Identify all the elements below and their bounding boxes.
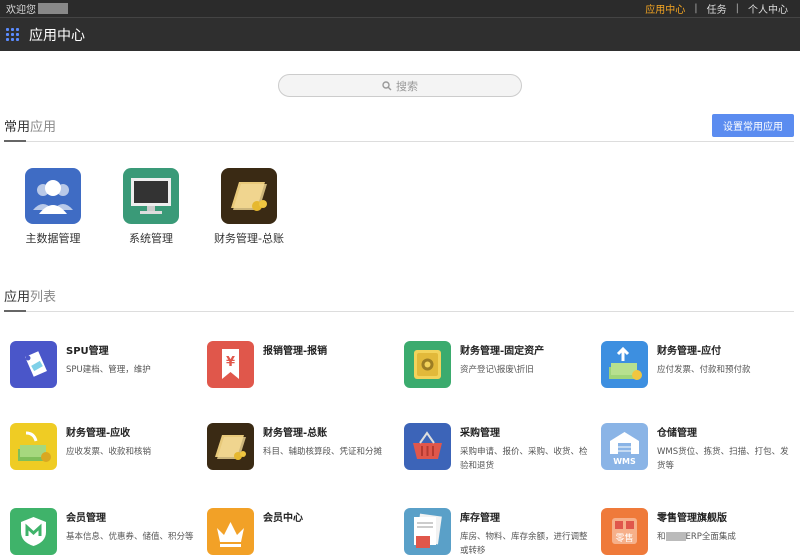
money-out-icon <box>601 341 648 388</box>
warehouse-icon: WMS <box>601 423 648 470</box>
app-member-center[interactable]: 会员中心 <box>207 508 404 556</box>
masked-username <box>38 3 68 14</box>
app-name: 主数据管理 <box>25 232 81 245</box>
separator: | <box>694 3 698 14</box>
yen-bookmark-icon: ¥ <box>207 341 254 388</box>
app-member-management[interactable]: 会员管理基本信息、优惠券、储值、积分等 <box>10 508 207 556</box>
separator: | <box>735 3 739 14</box>
app-desc: 科目、辅助核算段、凭证和分摊 <box>263 447 383 457</box>
users-icon <box>25 168 81 224</box>
app-fixed-assets[interactable]: 财务管理-固定资产 资产登记\报废\折旧 <box>404 341 601 388</box>
app-title: 财务管理-总账 <box>263 428 328 439</box>
retail-icon: 零售 <box>601 508 648 555</box>
search-input[interactable]: 搜索 <box>278 74 522 97</box>
inventory-icon <box>404 508 451 555</box>
ledger-icon <box>221 168 277 224</box>
app-inventory[interactable]: 库存管理库房、物料、库存余额，进行调整或转移 <box>404 508 601 556</box>
app-spu[interactable]: SPU管理 SPU建档、管理，维护 <box>10 341 207 388</box>
app-general-ledger[interactable]: 财务管理-总账科目、辅助核算段、凭证和分摊 <box>207 423 404 473</box>
app-title: 采购管理 <box>460 428 500 439</box>
welcome-label: 欢迎您 <box>6 5 36 16</box>
app-title: 会员中心 <box>263 513 303 524</box>
set-common-apps-button[interactable]: 设置常用应用 <box>712 114 794 137</box>
masked-text <box>665 532 686 541</box>
money-in-icon <box>10 423 57 470</box>
top-links: 应用中心 | 任务 | 个人中心 <box>639 1 794 16</box>
app-purchasing[interactable]: 采购管理采购申请、报价、采购、收货、检验和退货 <box>404 423 601 473</box>
app-title: 仓储管理 <box>657 428 697 439</box>
app-expense[interactable]: ¥ 报销管理-报销 <box>207 341 404 388</box>
app-desc: SPU建档、管理，维护 <box>66 365 151 375</box>
app-desc: 应付发票、付款和预付款 <box>657 365 751 375</box>
app-title: 财务管理-固定资产 <box>460 346 545 357</box>
link-personal-center[interactable]: 个人中心 <box>742 1 794 16</box>
app-warehouse[interactable]: WMS 仓储管理 WMS货位、拣货、扫描、打包、发货等 <box>601 423 798 473</box>
link-tasks[interactable]: 任务 <box>701 1 733 16</box>
common-apps: 主数据管理 系统管理 财务管理-总账 <box>0 168 800 246</box>
app-desc: 采购申请、报价、采购、收货、检验和退货 <box>460 447 588 471</box>
app-name: 系统管理 <box>129 232 173 245</box>
common-app-system[interactable]: 系统管理 <box>123 168 179 246</box>
top-bar: 欢迎您 应用中心 | 任务 | 个人中心 <box>0 0 800 18</box>
app-list: SPU管理 SPU建档、管理，维护 ¥ 报销管理-报销 财务管理-固定资产 资产登记… <box>0 341 800 556</box>
safe-icon <box>404 341 451 388</box>
search-icon <box>382 80 392 90</box>
app-desc: 资产登记\报废\折旧 <box>460 365 534 375</box>
app-title: 会员管理 <box>66 513 106 524</box>
app-desc: WMS货位、拣货、扫描、打包、发货等 <box>657 447 789 471</box>
section-title: 常用应用 <box>4 116 56 142</box>
member-shield-icon <box>10 508 57 555</box>
app-title: 零售管理旗舰版 <box>657 513 727 524</box>
common-apps-header: 常用应用 设置常用应用 <box>4 114 794 142</box>
page-title: 应用中心 <box>29 27 85 44</box>
app-title: 库存管理 <box>460 513 500 524</box>
app-retail-flagship[interactable]: 零售 零售管理旗舰版和 ERP全面集成 <box>601 508 798 556</box>
app-desc: 基本信息、优惠券、储值、积分等 <box>66 532 194 542</box>
crown-icon <box>207 508 254 555</box>
search-placeholder: 搜索 <box>396 79 418 93</box>
ledger-icon <box>207 423 254 470</box>
section-title: 应用列表 <box>4 286 56 312</box>
svg-text:¥: ¥ <box>226 355 235 370</box>
monitor-icon <box>123 168 179 224</box>
app-list-header: 应用列表 <box>4 286 794 312</box>
svg-text:零售: 零售 <box>615 532 633 544</box>
link-app-center[interactable]: 应用中心 <box>639 1 691 16</box>
basket-icon <box>404 423 451 470</box>
tag-icon <box>10 341 57 388</box>
app-title: 财务管理-应收 <box>66 428 131 439</box>
app-title: SPU管理 <box>66 346 109 357</box>
app-desc: 应收发票、收款和核销 <box>66 447 152 457</box>
app-desc: 和 ERP全面集成 <box>657 532 736 542</box>
common-app-master-data[interactable]: 主数据管理 <box>25 168 81 246</box>
app-payables[interactable]: 财务管理-应付应付发票、付款和预付款 <box>601 341 798 388</box>
common-app-finance-ledger[interactable]: 财务管理-总账 <box>214 168 284 246</box>
app-title: 财务管理-应付 <box>657 346 722 357</box>
app-desc: 库房、物料、库存余额，进行调整或转移 <box>460 532 588 556</box>
title-bar: 应用中心 <box>0 18 800 51</box>
svg-text:WMS: WMS <box>613 457 636 466</box>
welcome-text: 欢迎您 <box>6 1 68 16</box>
app-receivables[interactable]: 财务管理-应收应收发票、收款和核销 <box>10 423 207 473</box>
app-name: 财务管理-总账 <box>214 232 284 245</box>
apps-grid-icon[interactable] <box>6 27 20 42</box>
app-title: 报销管理-报销 <box>263 346 328 357</box>
